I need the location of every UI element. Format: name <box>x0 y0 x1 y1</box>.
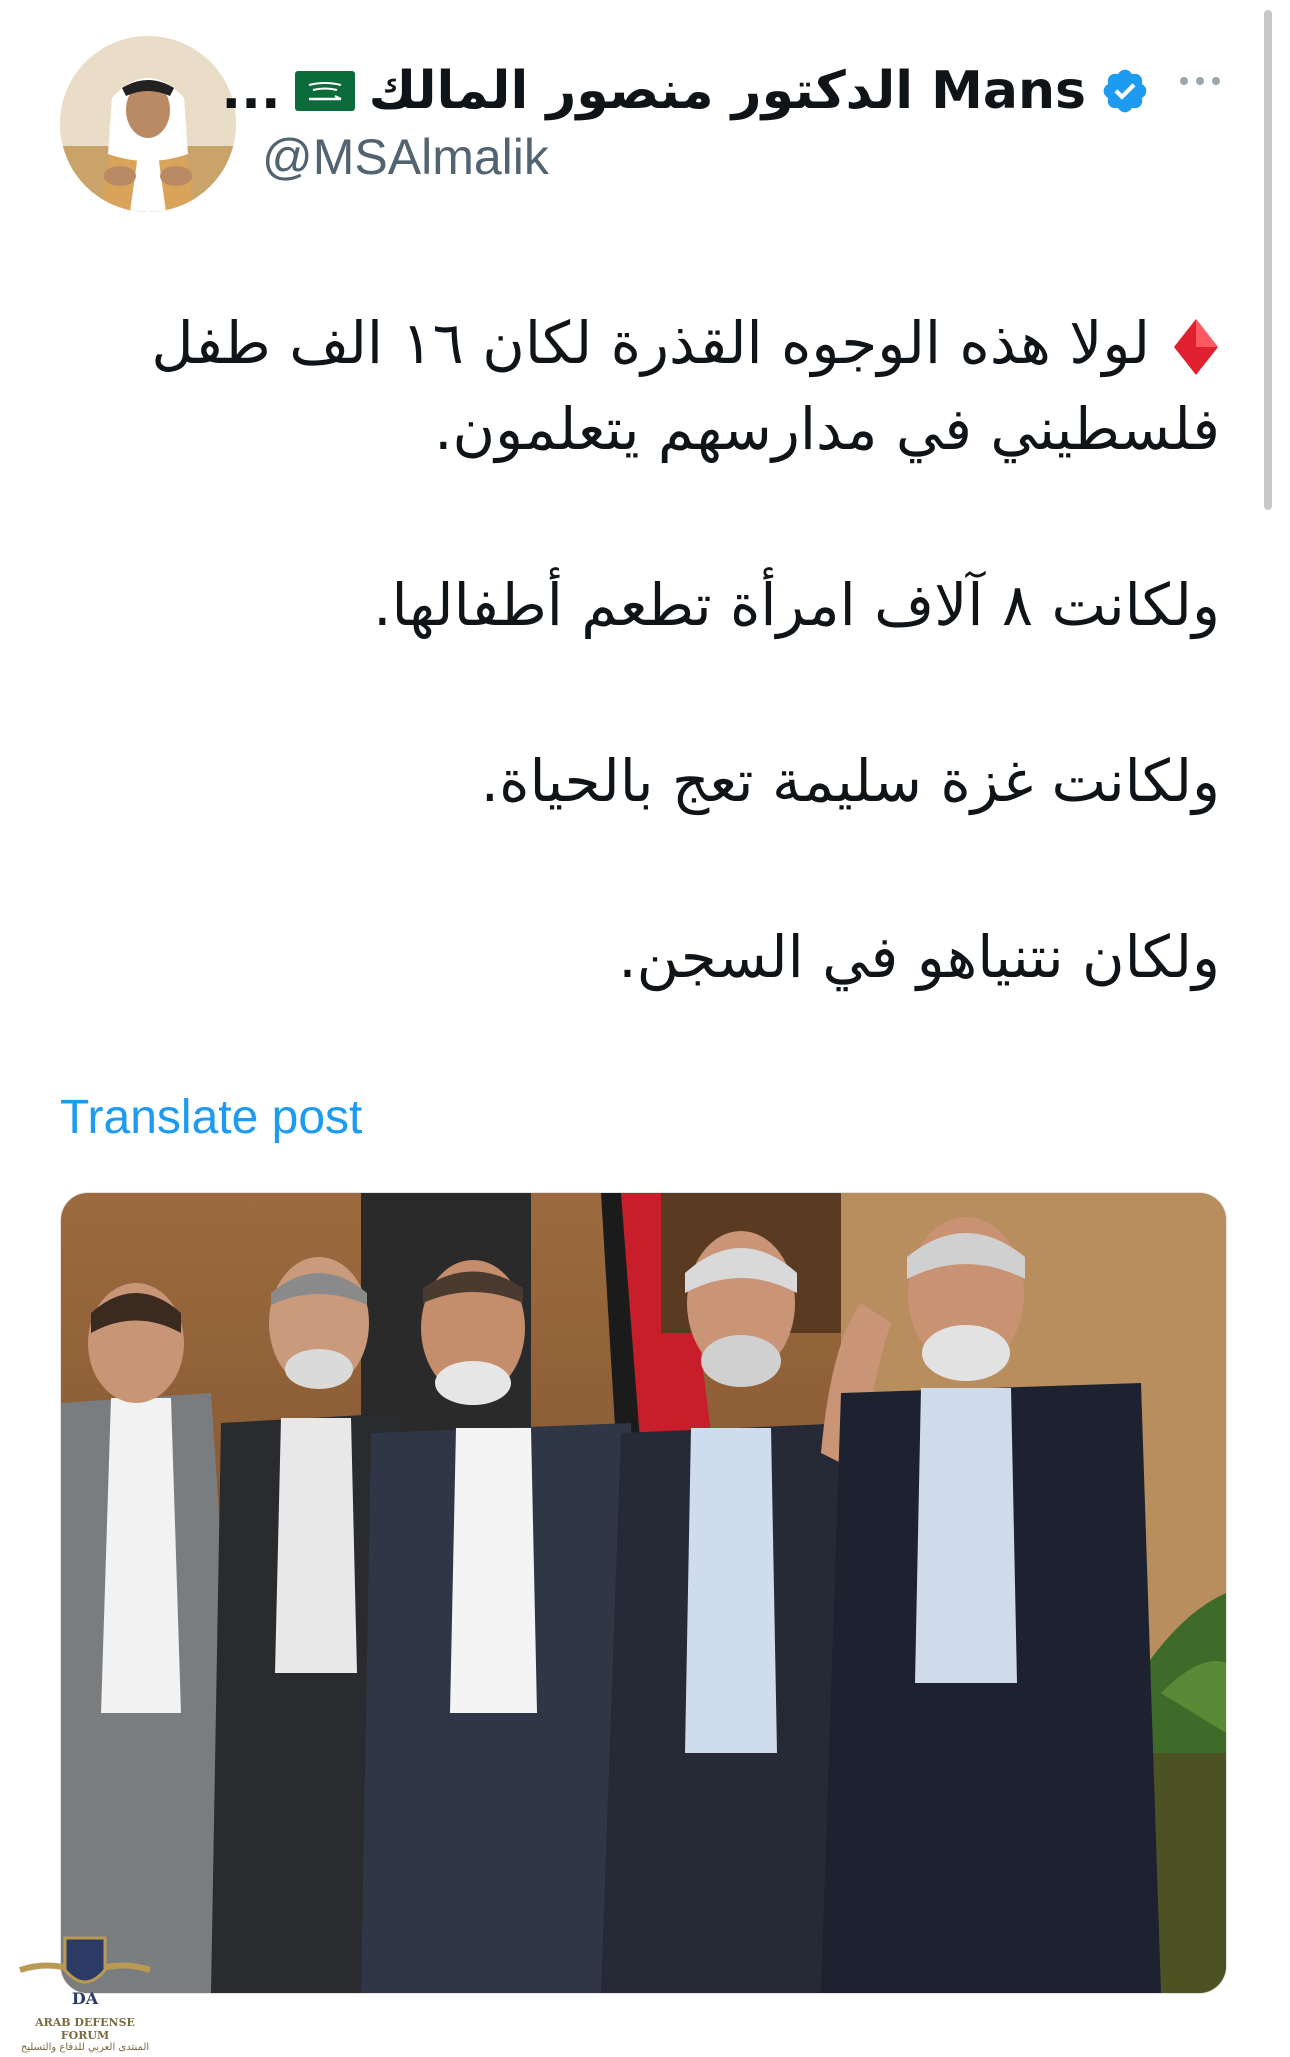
display-name[interactable]: الدكتور منصور المالك Mans <box>369 61 1086 121</box>
post-header: ... الدكتور منصور المالك Mans @MSAlmalik <box>60 36 1230 216</box>
watermark-name-ar: المنتدى العربي للدفاع والتسليح <box>20 2042 150 2053</box>
profile-photo-icon <box>60 36 236 212</box>
more-dots-glyph <box>1180 77 1220 85</box>
name-ellipsis: ... <box>221 61 281 121</box>
name-row: ... الدكتور منصور المالك Mans <box>221 56 1150 126</box>
scrollbar[interactable] <box>1264 10 1272 510</box>
user-handle[interactable]: @MSAlmalik <box>262 128 549 186</box>
watermark-abbrev: DA <box>72 1989 99 2008</box>
group-photo-image <box>61 1193 1226 1993</box>
verified-badge-icon <box>1103 69 1147 113</box>
paragraph-3: ولكانت غزة سليمة تعج بالحياة. <box>480 747 1220 815</box>
saudi-flag-icon <box>294 71 355 111</box>
translate-post-link[interactable]: Translate post <box>60 1090 362 1145</box>
shield-wings-logo-icon: DA <box>19 1936 151 2008</box>
paragraph-text: لولا هذه الوجوه القذرة لكان ١٦ الف طفل ف… <box>151 309 1220 463</box>
post-photo[interactable] <box>60 1192 1227 1994</box>
watermark-name-en: ARAB DEFENSE FORUM <box>35 2016 135 2042</box>
paragraph-1: لولا هذه الوجوه القذرة لكان ١٦ الف طفل ف… <box>140 300 1220 472</box>
more-dots-icon[interactable] <box>1170 66 1230 96</box>
watermark: DA ARAB DEFENSE FORUM المنتدى العربي للد… <box>10 1930 160 2053</box>
red-diamond-icon <box>1174 318 1218 375</box>
post-text: لولا هذه الوجوه القذرة لكان ١٦ الف طفل ف… <box>140 300 1220 1090</box>
paragraph-2: ولكانت ٨ آلاف امرأة تطعم أطفالها. <box>373 571 1220 639</box>
paragraph-4: ولكان نتنياهو في السجن. <box>618 923 1220 991</box>
avatar[interactable] <box>60 36 236 212</box>
